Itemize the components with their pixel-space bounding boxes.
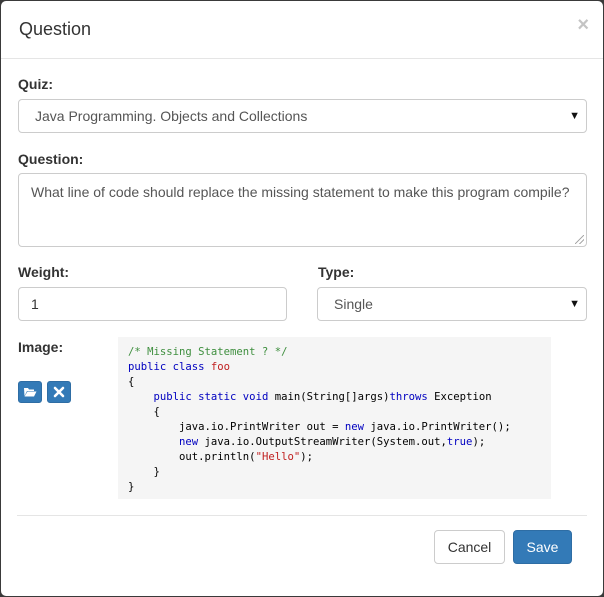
resize-grip-icon[interactable] <box>575 235 584 244</box>
code-line: out.println("Hello"); <box>128 450 551 465</box>
code-token: java.io.PrintWriter out = <box>128 421 345 433</box>
code-token: true <box>446 436 473 448</box>
question-modal: Question × Quiz: Java Programming. Objec… <box>1 1 603 596</box>
type-selected-value: Single <box>334 296 373 312</box>
save-button[interactable]: Save <box>513 530 572 564</box>
code-token: } <box>128 466 160 478</box>
code-token: public static void <box>153 391 275 403</box>
quiz-label: Quiz: <box>18 76 53 92</box>
code-token: } <box>128 481 135 493</box>
chevron-down-icon: ▼ <box>569 298 580 310</box>
modal-title: Question <box>19 19 92 39</box>
code-token: new <box>179 436 199 448</box>
quiz-selected-value: Java Programming. Objects and Collection… <box>35 108 308 124</box>
code-token: foo <box>210 361 231 373</box>
code-line: } <box>128 465 551 480</box>
code-token: out.println( <box>128 451 256 463</box>
weight-label: Weight: <box>18 264 70 280</box>
code-token: main(String[]args) <box>274 391 390 403</box>
close-button[interactable]: × <box>577 15 589 35</box>
code-token: java.io.PrintWriter(); <box>364 421 511 433</box>
code-token: new <box>344 421 364 433</box>
code-line: new java.io.OutputStreamWriter(System.ou… <box>128 435 551 450</box>
code-token: { <box>128 376 135 388</box>
open-image-button[interactable] <box>18 381 42 403</box>
code-token: "Hello" <box>255 451 301 463</box>
code-line: public class foo <box>128 360 551 375</box>
folder-open-icon <box>24 388 37 397</box>
code-token: { <box>128 406 160 418</box>
code-token: /* Missing Statement ? */ <box>128 346 288 358</box>
code-line: /* Missing Statement ? */ <box>128 345 551 360</box>
type-select[interactable]: Single ▼ <box>317 287 587 321</box>
type-label: Type: <box>318 264 355 280</box>
code-image: /* Missing Statement ? */ public class fo… <box>118 337 551 499</box>
footer-divider <box>17 515 587 516</box>
code-line: java.io.PrintWriter out = new java.io.Pr… <box>128 420 551 435</box>
question-text: What line of code should replace the mis… <box>31 184 570 200</box>
weight-input[interactable]: 1 <box>18 287 287 321</box>
image-label: Image: <box>18 339 64 355</box>
quiz-select[interactable]: Java Programming. Objects and Collection… <box>18 99 587 133</box>
cancel-button[interactable]: Cancel <box>434 530 505 564</box>
code-token: ); <box>300 451 313 463</box>
question-textarea[interactable]: What line of code should replace the mis… <box>18 173 587 247</box>
code-token: java.io.OutputStreamWriter(System.out, <box>198 436 447 448</box>
code-line: { <box>128 375 551 390</box>
remove-image-button[interactable] <box>47 381 71 403</box>
modal-header: Question × <box>1 1 603 59</box>
question-label: Question: <box>18 151 84 167</box>
code-token: Exception <box>427 391 492 403</box>
code-token: public class <box>128 361 211 373</box>
code-line: } <box>128 480 551 495</box>
code-token: throws <box>389 391 428 403</box>
chevron-down-icon: ▼ <box>569 110 580 122</box>
remove-icon <box>53 386 65 398</box>
code-line: { <box>128 405 551 420</box>
code-line: public static void main(String[]args)thr… <box>128 390 551 405</box>
code-token: ); <box>472 436 486 448</box>
